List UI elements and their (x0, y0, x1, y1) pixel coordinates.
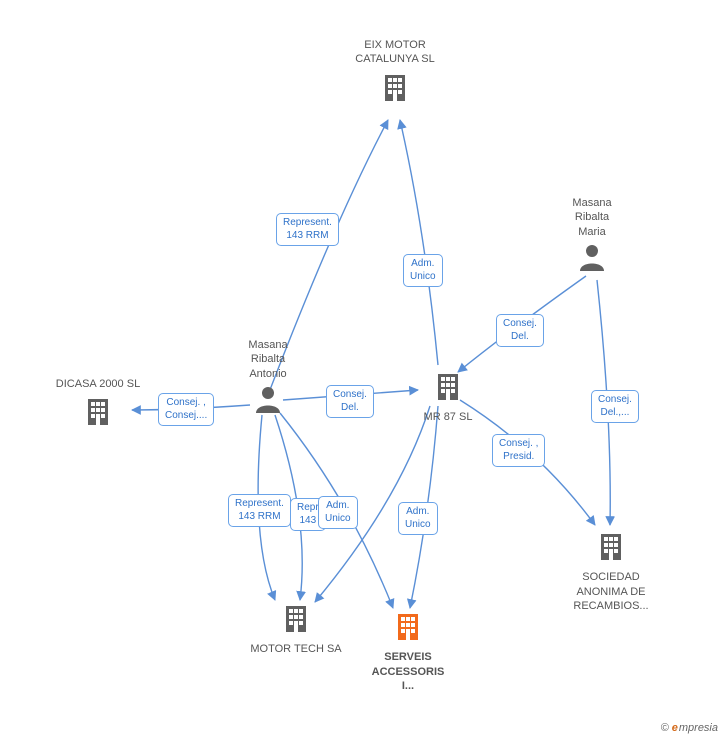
edge-label: Adm.Unico (403, 254, 443, 287)
node-label: SOCIEDADANONIMA DERECAMBIOS... (556, 570, 666, 613)
node-sociedad[interactable]: SOCIEDADANONIMA DERECAMBIOS... (556, 528, 666, 615)
building-icon (390, 608, 426, 648)
edge-label: Repr143 (290, 498, 326, 531)
node-label: SERVEISACCESSORISI... (358, 650, 458, 693)
edge-label: Consej. ,Consej.... (158, 393, 214, 426)
edge-label: Consej. ,Presid. (492, 434, 545, 467)
edge-label: Consej.Del.,... (591, 390, 639, 423)
node-label: MasanaRibaltaMaria (552, 196, 632, 239)
edge-label: Represent.143 RRM (276, 213, 339, 246)
node-label: MOTOR TECH SA (236, 642, 356, 656)
edge-label: Consej.Del. (326, 385, 374, 418)
building-icon (80, 393, 116, 433)
node-label: DICASA 2000 SL (38, 377, 158, 391)
node-masana-antonio[interactable]: MasanaRibaltaAntonio (228, 336, 308, 419)
edge-label: Adm.Unico (398, 502, 438, 535)
building-icon (593, 528, 629, 568)
node-label: MasanaRibaltaAntonio (228, 338, 308, 381)
person-icon (252, 383, 284, 419)
building-icon (430, 368, 466, 408)
node-serveis[interactable]: SERVEISACCESSORISI... (358, 608, 458, 695)
copyright: © empresia (661, 722, 718, 734)
node-eix-motor[interactable]: EIX MOTORCATALUNYA SL (330, 36, 460, 109)
node-masana-maria[interactable]: MasanaRibaltaMaria (552, 194, 632, 277)
building-icon (377, 69, 413, 109)
node-motor-tech[interactable]: MOTOR TECH SA (236, 600, 356, 659)
node-label: EIX MOTORCATALUNYA SL (330, 38, 460, 67)
edge-label: Consej.Del. (496, 314, 544, 347)
edge-label: Adm.Unico (318, 496, 358, 529)
node-label: MR 87 SL (418, 410, 478, 424)
node-dicasa[interactable]: DICASA 2000 SL (38, 375, 158, 434)
node-mr87[interactable]: MR 87 SL (418, 368, 478, 427)
edge-label: Represent.143 RRM (228, 494, 291, 527)
person-icon (576, 241, 608, 277)
building-icon (278, 600, 314, 640)
